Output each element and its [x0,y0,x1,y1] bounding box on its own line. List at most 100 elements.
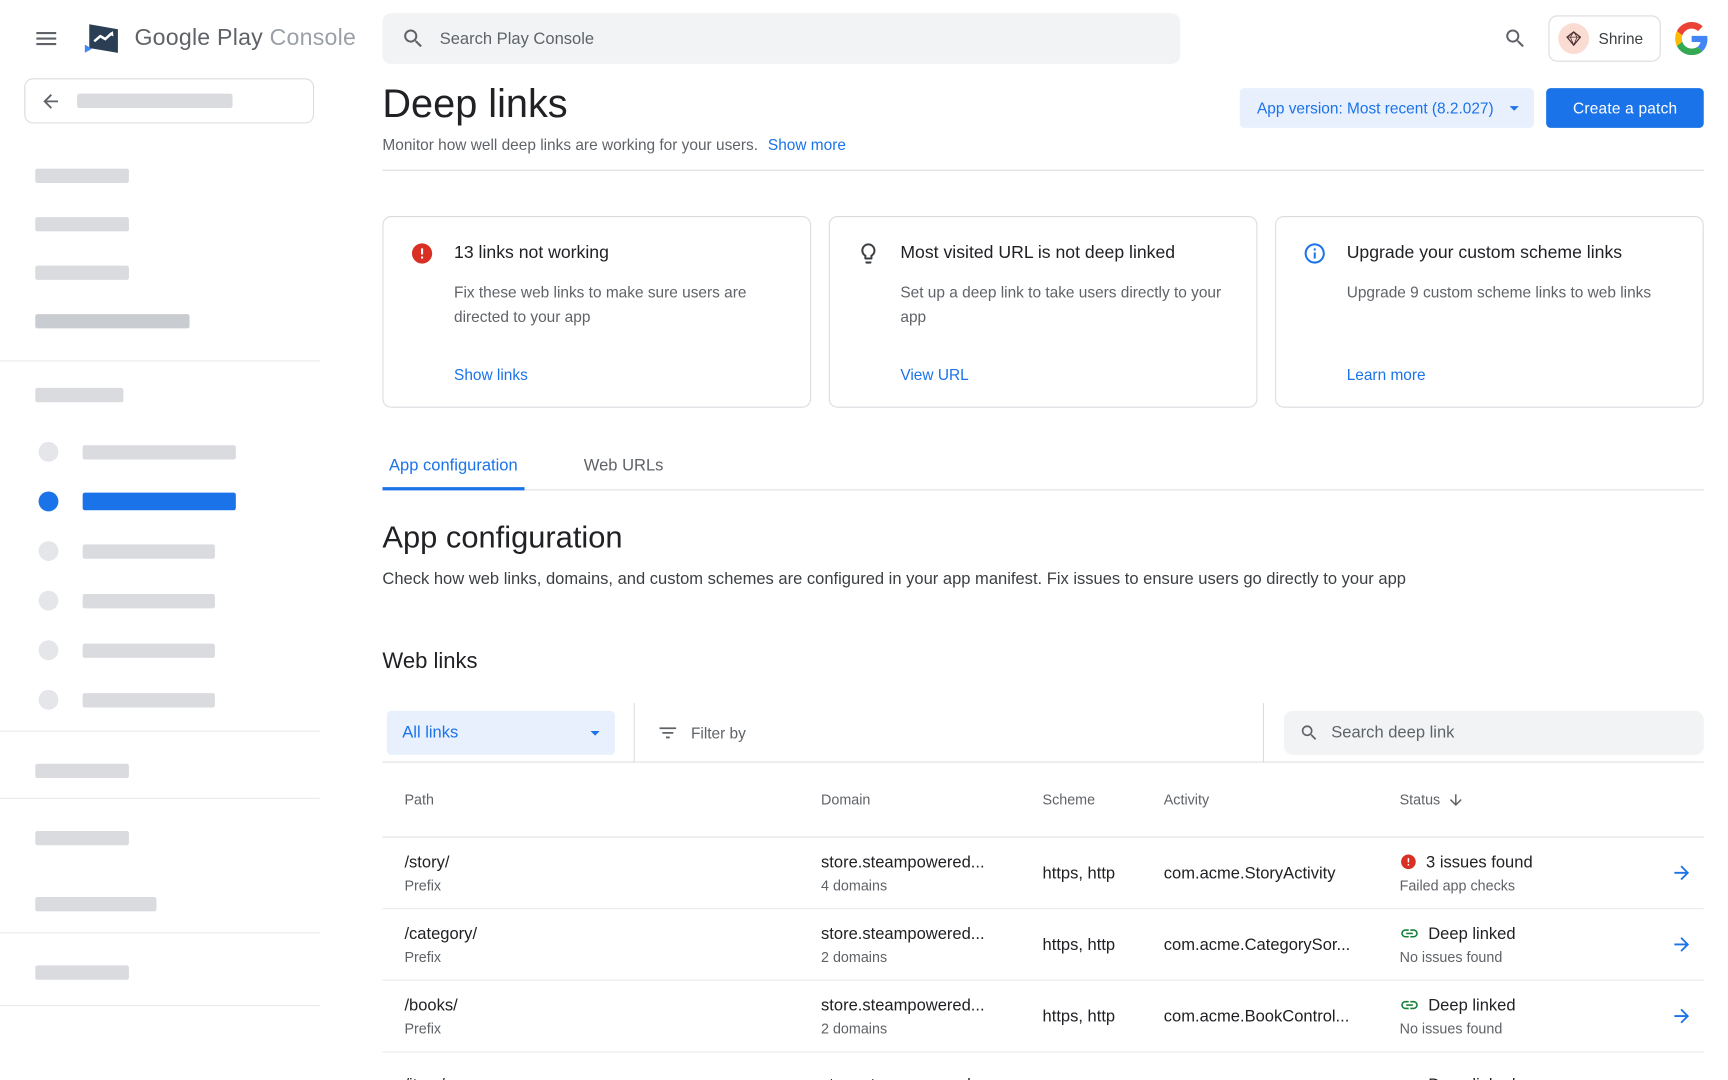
arrow-back-icon [40,90,62,112]
sort-descending-icon [1447,791,1465,809]
column-header-domain[interactable]: Domain [821,791,1043,808]
nav-item-icon [39,492,59,512]
skeleton-bar [83,643,215,657]
skeleton-bar [35,266,129,280]
status-value: Deep linked [1428,1076,1515,1080]
domain-count: 2 domains [821,1020,1043,1037]
sidebar-nav-item[interactable] [39,690,320,710]
activity-value: com.acme.StoryActivity [1164,863,1400,882]
column-header-status[interactable]: Status [1400,791,1660,809]
learn-more-link[interactable]: Learn more [1347,366,1426,384]
deep-link-search[interactable] [1284,710,1704,754]
app-version-selector[interactable]: App version: Most recent (8.2.027) [1239,88,1534,128]
scheme-value: https, http [1043,863,1164,882]
logo-suffix-text: Console [270,25,356,50]
search-icon [401,26,425,50]
sidebar-divider [0,731,320,732]
row-detail-button[interactable] [1671,933,1693,955]
sidebar-nav-item[interactable] [39,591,320,611]
global-search-input[interactable] [440,29,1162,48]
scheme-value: https, http [1043,935,1164,954]
sidebar-divider [0,1005,320,1006]
toolbar-divider [634,703,635,763]
web-links-toolbar: All links Filter by [382,703,1703,763]
arrow-forward-icon [1671,862,1693,884]
column-header-path[interactable]: Path [404,791,821,808]
sidebar-divider [0,798,320,799]
skeleton-bar [35,314,189,328]
back-button[interactable] [24,78,314,123]
page-title: Deep links [382,79,846,127]
google-g-icon [1675,22,1708,55]
card-title: Upgrade your custom scheme links [1347,244,1622,264]
show-links-link[interactable]: Show links [454,366,528,384]
page-subtitle: Monitor how well deep links are working … [382,136,758,154]
domain-value: store.steampowered... [821,1076,1043,1080]
scheme-value: https, http [1043,1007,1164,1026]
sidebar-nav-item[interactable] [39,541,320,561]
google-account-button[interactable] [1675,22,1708,55]
tab-bar: App configuration Web URLs [382,456,1703,490]
card-body: Fix these web links to make sure users a… [454,280,784,328]
info-icon [1303,241,1327,265]
logo-brand-text: Google Play [134,25,263,50]
main-content: Deep links Monitor how well deep links a… [320,77,1728,1080]
topbar: Google Play Console Shrine [0,0,1728,77]
skeleton-bar [35,388,123,402]
skeleton-bar [83,693,215,707]
toolbar-divider [1263,703,1264,763]
search-icon [1299,722,1319,742]
deep-link-search-input[interactable] [1331,723,1688,742]
filter-icon [657,721,679,743]
sidebar-divider [0,360,320,361]
links-filter-value: All links [402,723,458,742]
view-url-link[interactable]: View URL [900,366,968,384]
sidebar-nav-item-deep-links-active[interactable] [39,492,320,512]
sidebar-nav-item[interactable] [39,442,320,462]
create-patch-button[interactable]: Create a patch [1547,88,1704,128]
topbar-right: Shrine [1503,0,1708,77]
table-row[interactable]: /story/Prefix store.steampowered...4 dom… [382,838,1703,910]
domain-value: store.steampowered... [821,996,1043,1015]
column-header-scheme[interactable]: Scheme [1043,791,1164,808]
nav-item-icon [39,442,59,462]
sidebar [0,77,320,1080]
tab-web-urls[interactable]: Web URLs [577,456,670,490]
path-type: Prefix [404,877,821,894]
nav-item-icon [39,541,59,561]
card-title: Most visited URL is not deep linked [900,244,1175,264]
app-switcher[interactable]: Shrine [1548,15,1661,61]
row-detail-button[interactable] [1671,862,1693,884]
column-header-activity[interactable]: Activity [1164,791,1400,808]
domain-value: store.steampowered... [821,852,1043,871]
row-detail-button[interactable] [1671,1005,1693,1027]
table-row[interactable]: /books/Prefix store.steampowered...2 dom… [382,981,1703,1053]
table-row[interactable]: /category/Prefix store.steampowered...2 … [382,909,1703,981]
web-links-table: Path Domain Scheme Activity Status /stor… [382,763,1703,1080]
play-console-window: Google Play Console Shrine [0,0,1728,1080]
section-description: Check how web links, domains, and custom… [382,570,1703,589]
show-more-link[interactable]: Show more [768,136,846,154]
sidebar-divider [0,932,320,933]
insight-cards: 13 links not working Fix these web links… [382,216,1703,408]
chevron-down-icon [584,721,606,743]
sidebar-nav-item[interactable] [39,640,320,660]
global-search[interactable] [382,13,1180,64]
activity-value: com.acme.CategorySor... [1164,935,1400,954]
path-value: /books/ [404,996,821,1015]
skeleton-bar [35,831,129,845]
skeleton-bar [35,217,129,231]
filter-by-button[interactable]: Filter by [657,721,746,743]
search-button[interactable] [1503,26,1527,50]
play-console-logo: Google Play Console [83,21,356,56]
skeleton-bar [83,593,215,607]
table-row[interactable]: /item/ store.steampowered... Deep linked [382,1052,1703,1080]
links-filter-dropdown[interactable]: All links [387,710,615,754]
hamburger-icon [33,25,59,51]
menu-button[interactable] [33,25,59,51]
card-body: Upgrade 9 custom scheme links to web lin… [1347,280,1677,304]
card-title: 13 links not working [454,244,609,264]
path-value: /story/ [404,852,821,871]
tab-app-configuration[interactable]: App configuration [382,456,524,490]
skeleton-bar [35,965,129,979]
